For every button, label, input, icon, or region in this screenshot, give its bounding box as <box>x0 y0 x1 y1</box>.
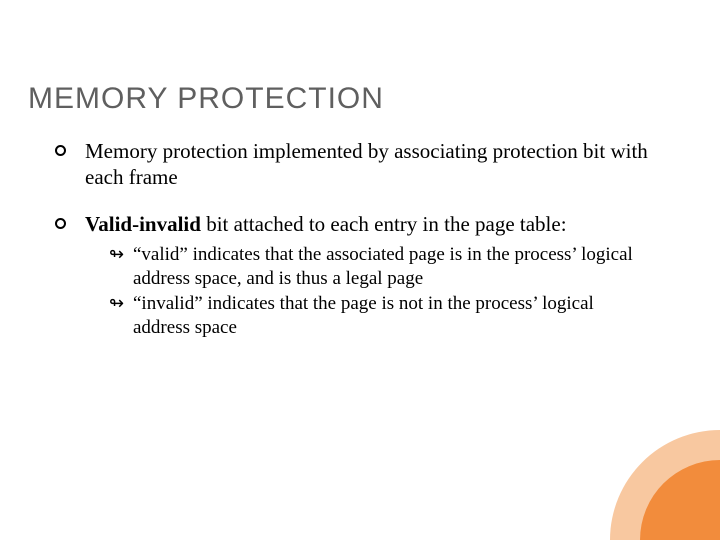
bullet-item: Valid-invalid bit attached to each entry… <box>55 211 655 340</box>
bullet-bold-text: Valid-invalid <box>85 212 201 236</box>
sub-bullet-text: “valid” indicates that the associated pa… <box>133 244 633 289</box>
bullet-text: Memory protection implemented by associa… <box>85 139 648 189</box>
sub-bullet-item: “valid” indicates that the associated pa… <box>109 243 655 291</box>
bullet-item: Memory protection implemented by associa… <box>55 138 655 191</box>
slide-content: Memory protection implemented by associa… <box>55 138 655 360</box>
slide-title: MEMORY PROTECTION <box>28 82 384 116</box>
sub-bullet-text: “invalid” indicates that the page is not… <box>133 293 594 338</box>
decorative-corner-circles <box>610 430 720 540</box>
sub-bullet-item: “invalid” indicates that the page is not… <box>109 292 655 340</box>
bullet-text: bit attached to each entry in the page t… <box>201 212 567 236</box>
